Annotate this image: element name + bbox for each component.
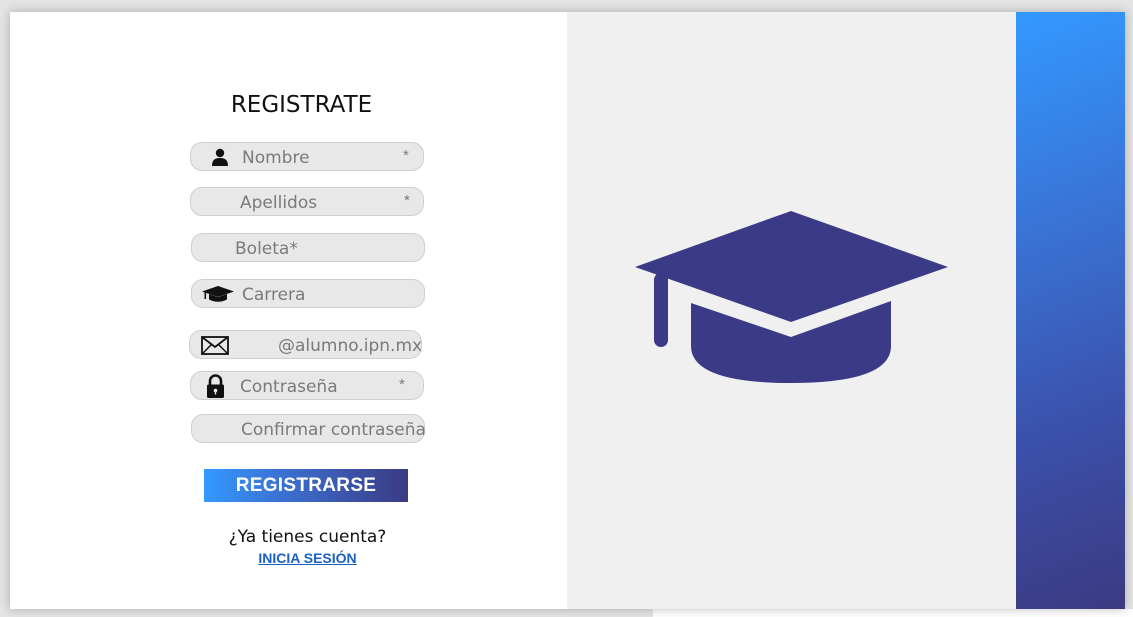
user-icon [212,148,228,166]
register-button[interactable]: REGISTRARSE [204,469,408,502]
carrera-placeholder: Carrera [242,285,306,305]
email-field[interactable]: @alumno.ipn.mx [189,330,422,359]
password-field[interactable]: Contraseña * [190,371,424,400]
boleta-field[interactable]: Boleta* [191,233,425,262]
carrera-field[interactable]: Carrera [191,279,425,308]
nombre-field[interactable]: Nombre * [190,142,424,171]
lock-icon [207,374,224,398]
confirm-password-placeholder: Confirmar contraseña [241,420,426,440]
password-placeholder: Contraseña [240,377,338,397]
graduation-cap-icon [202,286,234,302]
nombre-placeholder: Nombre [242,148,310,168]
login-link[interactable]: INICIA SESIÓN [10,550,605,566]
password-required-mark: * [399,376,405,393]
apellidos-placeholder: Apellidos [240,193,318,213]
envelope-icon [201,336,229,355]
have-account-text: ¿Ya tienes cuenta? [228,527,387,547]
app-window: REGISTRATE Nombre * Apellidos * Boleta* [0,0,1133,617]
email-placeholder: @alumno.ipn.mx [278,336,423,356]
nombre-required-mark: * [403,147,409,164]
boleta-placeholder: Boleta* [235,239,298,259]
graduation-cap-illustration [635,211,948,383]
page-title: REGISTRATE [230,92,373,118]
window-edge [653,609,1133,617]
apellidos-required-mark: * [404,192,410,209]
apellidos-field[interactable]: Apellidos * [190,187,424,216]
confirm-password-field[interactable]: Confirmar contraseña [191,414,426,443]
form-panel: REGISTRATE Nombre * Apellidos * Boleta* [10,12,567,609]
accent-gradient-bar [1016,12,1125,609]
register-card: REGISTRATE Nombre * Apellidos * Boleta* [10,12,1125,609]
